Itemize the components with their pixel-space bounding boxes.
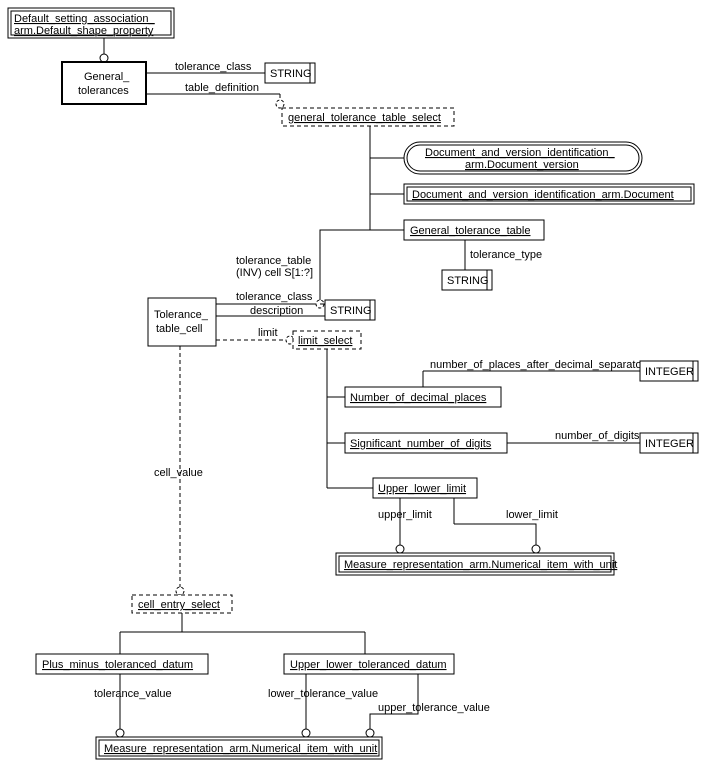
doc-version-box: Document_and_version_identification_ arm… <box>404 142 642 174</box>
upper-limit-label: upper_limit <box>378 509 432 521</box>
integer-label-1: INTEGER <box>645 366 694 378</box>
general-tolerances-label-2: tolerances <box>78 85 129 97</box>
default-setting-box: Default_setting_association_ arm.Default… <box>8 8 174 38</box>
table-definition-label: table_definition <box>185 82 259 94</box>
lower-limit-label: lower_limit <box>506 509 558 521</box>
limit-label: limit <box>258 327 278 339</box>
string-label-2: STRING <box>447 275 489 287</box>
default-setting-label-1: Default_setting_association_ <box>14 13 156 25</box>
measure-box-1: Measure_representation_arm.Numerical_ite… <box>336 553 617 575</box>
ces-label: cell_entry_select <box>138 599 220 611</box>
general-tolerances-box: General_ tolerances <box>62 62 146 104</box>
default-setting-label-2: arm.Default_shape_property <box>14 25 154 37</box>
cell-value-label: cell_value <box>154 467 203 479</box>
doc-version-label-1: Document_and_version_identification_ <box>425 147 615 159</box>
tolerance-value-label: tolerance_value <box>94 688 172 700</box>
tolerance-class-label-1: tolerance_class <box>175 61 252 73</box>
gtt-select-box: general_tolerance_table_select <box>282 108 454 126</box>
doc-version-label-2: arm.Document_version <box>465 159 579 171</box>
measure-label-1: Measure_representation_arm.Numerical_ite… <box>344 559 617 571</box>
integer-label-2: INTEGER <box>645 438 694 450</box>
ttc-label-2: table_cell <box>156 323 202 335</box>
gtt-label: General_tolerance_table <box>410 225 530 237</box>
string-label-3: STRING <box>330 305 372 317</box>
string-box-1: STRING <box>265 63 315 83</box>
tolerance-table-cell-box: Tolerance_ table_cell <box>148 298 216 346</box>
string-box-2: STRING <box>442 270 492 290</box>
snod-label: Significant_number_of_digits <box>350 438 492 450</box>
measure-box-2: Measure_representation_arm.Numerical_ite… <box>96 737 382 759</box>
ull-box: Upper_lower_limit <box>373 478 477 498</box>
description-label: description <box>250 305 303 317</box>
ultd-box: Upper_lower_toleranced_datum <box>284 654 454 674</box>
ull-label: Upper_lower_limit <box>378 483 466 495</box>
limit-select-label: limit_select <box>298 335 352 347</box>
ttc-label-1: Tolerance_ <box>154 309 209 321</box>
tolerance-class-label-2: tolerance_class <box>236 291 313 303</box>
general-tolerances-label-1: General_ <box>84 71 130 83</box>
nod-label: number_of_digits <box>555 430 640 442</box>
integer-box-2: INTEGER <box>640 433 698 453</box>
tolerance-table-label-2: (INV) cell S[1:?] <box>236 267 313 279</box>
nodp-box: Number_of_decimal_places <box>345 387 501 407</box>
pmtd-label: Plus_minus_toleranced_datum <box>42 659 193 671</box>
measure-label-2: Measure_representation_arm.Numerical_ite… <box>104 743 377 755</box>
ces-box: cell_entry_select <box>132 595 232 613</box>
doc-label: Document_and_version_identification_arm.… <box>412 189 674 201</box>
doc-box: Document_and_version_identification_arm.… <box>404 184 694 204</box>
tolerance-table-label-1: tolerance_table <box>236 255 311 267</box>
lower-tol-value-label: lower_tolerance_value <box>268 688 378 700</box>
nodp-label: Number_of_decimal_places <box>350 392 487 404</box>
limit-select-box: limit_select <box>293 331 361 349</box>
gtt-box: General_tolerance_table <box>404 220 544 240</box>
upper-tol-value-label: upper_tolerance_value <box>378 702 490 714</box>
pmtd-box: Plus_minus_toleranced_datum <box>36 654 208 674</box>
integer-box-1: INTEGER <box>640 361 698 381</box>
gtt-select-label: general_tolerance_table_select <box>288 112 441 124</box>
nopads-label: number_of_places_after_decimal_separator <box>430 359 646 371</box>
snod-box: Significant_number_of_digits <box>345 433 507 453</box>
ultd-label: Upper_lower_toleranced_datum <box>290 659 447 671</box>
tolerance-type-label: tolerance_type <box>470 249 542 261</box>
string-box-3: STRING <box>325 300 375 320</box>
string-label-1: STRING <box>270 68 312 80</box>
